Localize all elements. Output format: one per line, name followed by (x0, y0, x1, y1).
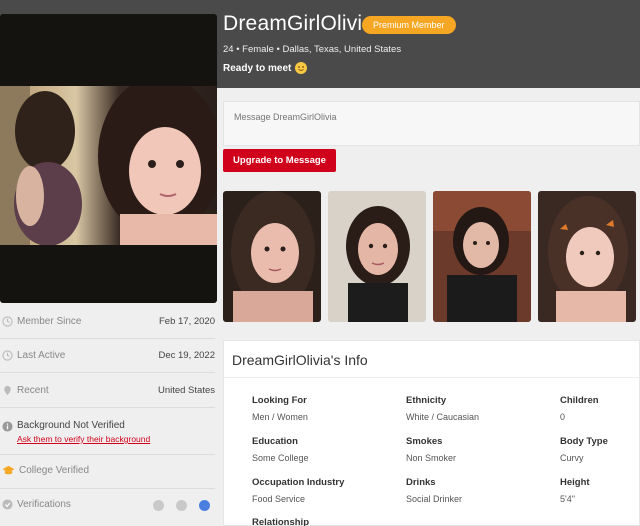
headline-text: Ready to meet (223, 62, 292, 74)
looking-for-label: Looking For (252, 395, 307, 406)
photo-thumbnail[interactable] (433, 191, 531, 322)
relationship-label: Relationship (252, 517, 310, 526)
photo-thumbnail[interactable] (223, 191, 321, 322)
profile-info-card: DreamGirlOlivia's Info Looking For Men /… (223, 340, 640, 526)
height-value: 5'4" (560, 494, 575, 504)
main-photo-image (0, 86, 217, 245)
location-pin-icon (4, 385, 11, 396)
smokes-value: Non Smoker (406, 453, 457, 463)
smokes-label: Smokes (406, 436, 443, 447)
recent-location-row: Recent United States (0, 385, 217, 396)
member-since-label: Member Since (17, 316, 82, 327)
recent-label: Recent (17, 385, 49, 396)
upgrade-to-message-button[interactable]: Upgrade to Message (223, 149, 336, 172)
background-check-row: Background Not Verified Ask them to veri… (0, 420, 217, 444)
last-active-label: Last Active (17, 350, 66, 361)
profile-meta: 24 • Female • Dallas, Texas, United Stat… (223, 44, 402, 55)
last-active-row: Last Active Dec 19, 2022 (0, 350, 217, 361)
member-since-row: Member Since Feb 17, 2020 (0, 316, 217, 327)
message-box (223, 101, 640, 146)
photo-thumbnail[interactable] (538, 191, 636, 322)
photo-verified-icon (176, 500, 187, 511)
info-title: DreamGirlOlivia's Info (232, 352, 368, 368)
children-value: 0 (560, 412, 566, 422)
looking-for-value: Men / Women (252, 412, 308, 422)
clock-icon (2, 316, 13, 327)
ethnicity-value: White / Caucasian (406, 412, 480, 422)
verify-background-link[interactable]: Ask them to verify their background (17, 434, 150, 444)
smiley-emoji-icon (295, 62, 308, 74)
height-label: Height (560, 477, 590, 488)
premium-badge: Premium Member (362, 16, 456, 34)
divider (0, 338, 215, 339)
phone-verified-icon (153, 500, 164, 511)
children-label: Children (560, 395, 599, 406)
photo-thumbnail[interactable] (328, 191, 426, 322)
divider (224, 377, 640, 378)
id-verified-icon (199, 500, 210, 511)
profile-name: DreamGirlOlivia (223, 12, 375, 35)
education-label: Education (252, 436, 298, 447)
divider (0, 407, 215, 408)
clock-icon (2, 350, 13, 361)
divider (0, 488, 215, 489)
drinks-value: Social Drinker (406, 494, 463, 504)
occupation-value: Food Service (252, 494, 306, 504)
verifications-label: Verifications (17, 499, 71, 510)
ethnicity-label: Ethnicity (406, 395, 447, 406)
last-active-value: Dec 19, 2022 (158, 350, 215, 361)
graduation-cap-icon (2, 465, 15, 475)
recent-value: United States (157, 385, 215, 396)
drinks-label: Drinks (406, 477, 436, 488)
background-status: Background Not Verified (17, 420, 125, 431)
info-icon (2, 421, 13, 432)
message-input[interactable] (234, 112, 624, 122)
profile-sidebar (0, 303, 217, 526)
college-verified-label: College Verified (19, 465, 90, 476)
verification-icons (153, 500, 210, 511)
main-profile-photo[interactable] (0, 14, 217, 303)
occupation-label: Occupation Industry (252, 477, 345, 488)
body-type-label: Body Type (560, 436, 608, 447)
college-verified-row: College Verified (0, 465, 217, 476)
divider (0, 372, 215, 373)
check-circle-icon (2, 499, 13, 510)
profile-headline: Ready to meet (223, 62, 308, 74)
member-since-value: Feb 17, 2020 (159, 316, 215, 327)
education-value: Some College (252, 453, 309, 463)
divider (0, 454, 215, 455)
body-type-value: Curvy (560, 453, 584, 463)
